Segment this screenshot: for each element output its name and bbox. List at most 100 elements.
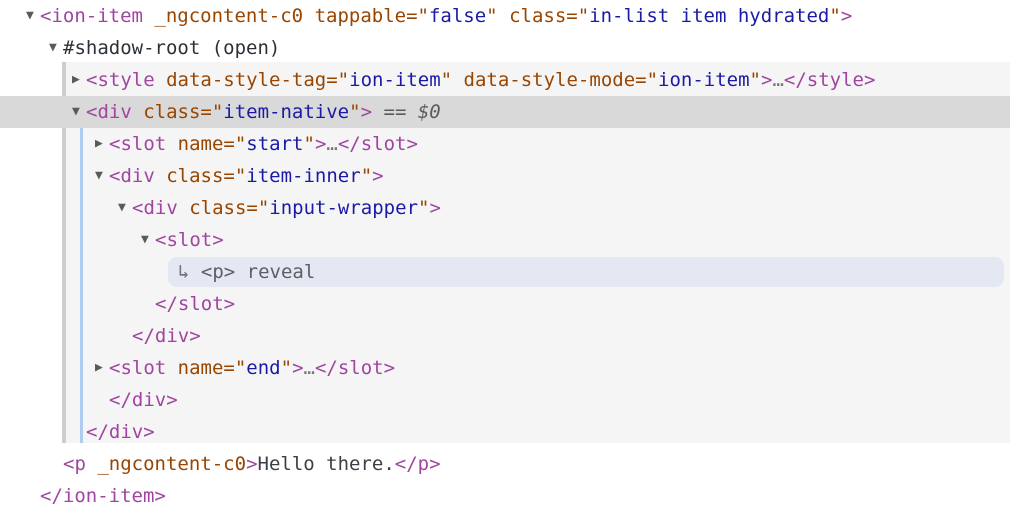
row-shadow-root[interactable]: ▼ #shadow-root (open) (0, 32, 1010, 64)
row-content: ▼ <slot> (0, 224, 1010, 256)
row-item-native-close[interactable]: </div> (0, 416, 1010, 448)
token-val: input-wrapper (269, 197, 419, 219)
row-p-hello[interactable]: <p _ngcontent-c0>Hello there.</p> (0, 448, 1010, 480)
token-val: end (246, 357, 281, 379)
token-tag: </div> (86, 421, 155, 443)
token-attr: name=" (177, 133, 247, 155)
row-ion-item-open[interactable]: ▼ <ion-item _ngcontent-c0 tappable="false… (0, 0, 1010, 32)
token-nodetext: <p> reveal (200, 261, 316, 283)
triangle-down-icon[interactable]: ▼ (141, 224, 155, 256)
row-content: </div> (0, 416, 1010, 448)
twisty-placeholder-icon (118, 320, 132, 352)
twisty-placeholder-icon (26, 480, 40, 512)
row-content: <p _ngcontent-c0>Hello there.</p> (0, 448, 1010, 480)
row-style[interactable]: ▶ <style data-style-tag="ion-item" data-s… (0, 64, 1010, 96)
row-content: ▼ <div class="input-wrapper"> (0, 192, 1010, 224)
triangle-down-icon[interactable]: ▼ (26, 0, 40, 32)
token-ellipsis: … (772, 69, 784, 91)
token-val: item-inner (246, 165, 361, 187)
row-item-native[interactable]: ▼ <div class="item-native"> == $0 (0, 96, 1010, 128)
token-ellipsis: … (303, 357, 315, 379)
row-content: </div> (0, 320, 1010, 352)
row-input-wrapper[interactable]: ▼ <div class="input-wrapper"> (0, 192, 1010, 224)
row-item-inner[interactable]: ▼ <div class="item-inner"> (0, 160, 1010, 192)
token-attr: " (829, 5, 841, 27)
row-slot-start[interactable]: ▶ <slot name="start">…</slot> (0, 128, 1010, 160)
token-ellipsis: … (326, 133, 338, 155)
triangle-down-icon[interactable]: ▼ (118, 192, 132, 224)
token-tag: > (360, 101, 373, 123)
token-tag: <div (86, 101, 132, 123)
row-slot-open[interactable]: ▼ <slot> (0, 224, 1010, 256)
row-content: </slot> (0, 288, 1010, 320)
row-content: ▶ <style data-style-tag="ion-item" data-s… (0, 64, 1010, 96)
token-attr: " (486, 5, 498, 27)
token-tag: </slot> (155, 293, 236, 315)
token-tag: </div> (132, 325, 201, 347)
triangle-right-icon[interactable]: ▶ (95, 128, 109, 160)
token-attr: class=" (143, 101, 224, 123)
row-content: ▼ <div class="item-inner"> (0, 160, 1010, 192)
row-slot-close[interactable]: </slot> (0, 288, 1010, 320)
triangle-down-icon[interactable]: ▼ (49, 32, 63, 64)
token-tag: </style> (783, 69, 876, 91)
token-attr: " (303, 133, 315, 155)
row-content: ▶ <slot name="start">…</slot> (0, 128, 1010, 160)
token-attr: " (440, 69, 453, 91)
token-attr: class=" (509, 5, 590, 27)
token-tag: <p (63, 453, 86, 475)
row-content: ▼ #shadow-root (open) (0, 32, 1010, 64)
token-attr: name=" (177, 357, 247, 379)
row-ion-item-close[interactable]: </ion-item> (0, 480, 1010, 512)
token-tag: > (292, 357, 304, 379)
token-val: start (246, 133, 304, 155)
row-input-wrapper-close[interactable]: </div> (0, 320, 1010, 352)
twisty-placeholder-icon (72, 416, 86, 448)
token-val: item-native (223, 101, 350, 123)
token-val: ion-item (349, 69, 441, 91)
row-item-inner-close[interactable]: </div> (0, 384, 1010, 416)
triangle-down-icon[interactable]: ▼ (72, 96, 86, 128)
token-tag: <slot> (155, 229, 224, 251)
token-tag: </p> (394, 453, 441, 475)
triangle-right-icon[interactable]: ▶ (72, 64, 86, 96)
token-val: ion-item (658, 69, 750, 91)
row-content: ▼ <div class="item-native"> == $0 (0, 96, 1010, 128)
token-tag: </div> (109, 389, 178, 411)
token-attr: tappable=" (314, 5, 429, 27)
row-reveal-text-node[interactable]: ↳ <p> reveal (0, 256, 1010, 288)
token-text: Hello there. (257, 453, 395, 475)
token-tag: > (840, 5, 853, 27)
row-slot-end[interactable]: ▶ <slot name="end">…</slot> (0, 352, 1010, 384)
token-tag: > (246, 453, 258, 475)
token-tag: </slot> (337, 133, 418, 155)
token-tag: <slot (109, 133, 167, 155)
triangle-right-icon[interactable]: ▶ (95, 352, 109, 384)
token-attr: _ngcontent-c0 (97, 453, 247, 475)
dom-tree-inspector[interactable]: ▼ <ion-item _ngcontent-c0 tappable="false… (0, 0, 1010, 514)
token-shadow: #shadow-root (open) (63, 37, 281, 59)
token-attr: " (749, 69, 761, 91)
token-attr: " (280, 357, 293, 379)
row-content: ▶ <slot name="end">…</slot> (0, 352, 1010, 384)
token-arrow-in: ↳ (178, 261, 201, 283)
token-tag: <style (86, 69, 155, 91)
token-attr: " (418, 197, 430, 219)
token-tag: > (372, 165, 384, 187)
token-attr: data-style-tag=" (166, 69, 350, 91)
token-tag: <div (132, 197, 178, 219)
token-val: false (428, 5, 487, 27)
triangle-down-icon[interactable]: ▼ (95, 160, 109, 192)
token-tag: </slot> (314, 357, 396, 379)
twisty-placeholder-icon (95, 384, 109, 416)
